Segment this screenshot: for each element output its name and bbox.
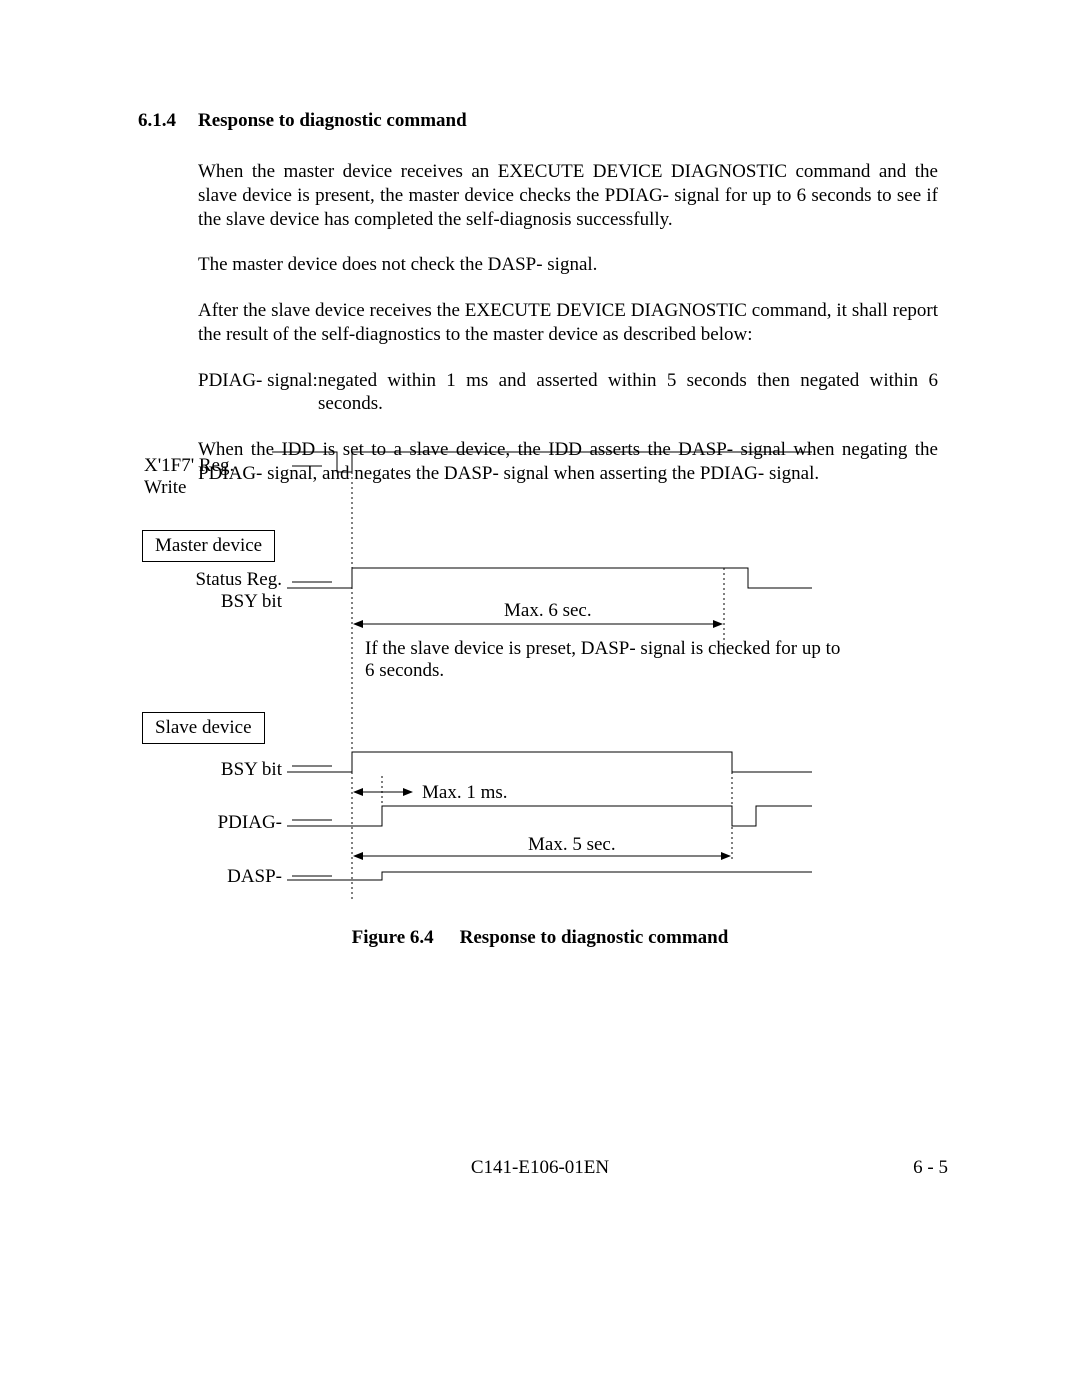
label-max1: Max. 1 ms. [422, 782, 508, 804]
section-number: 6.1.4 [138, 110, 176, 132]
label-pdiag: PDIAG- [132, 812, 282, 834]
body-text: When the master device receives an EXECU… [198, 160, 938, 486]
paragraph-1: When the master device receives an EXECU… [198, 160, 938, 231]
label-note-2: 6 seconds. [365, 660, 444, 682]
figure-title: Response to diagnostic command [460, 927, 729, 948]
section-heading: 6.1.4 Response to diagnostic command [138, 110, 938, 132]
label-max5: Max. 5 sec. [528, 834, 616, 856]
pdiag-definition: PDIAG- signal: negated within 1 ms and a… [198, 369, 938, 417]
paragraph-2: The master device does not check the DAS… [198, 253, 938, 277]
paragraph-3: After the slave device receives the EXEC… [198, 299, 938, 347]
label-slave-device: Slave device [142, 712, 265, 744]
pdiag-text: negated within 1 ms and asserted within … [318, 369, 938, 417]
section-title: Response to diagnostic command [198, 110, 467, 132]
label-note-1: If the slave device is preset, DASP- sig… [365, 638, 840, 660]
label-reg-write-1: X'1F7' Reg. [144, 455, 234, 477]
label-master-device: Master device [142, 530, 275, 562]
label-status-reg-1: Status Reg. [132, 569, 282, 591]
label-max6: Max. 6 sec. [504, 600, 592, 622]
page-footer: C141-E106-01EN 6 - 5 [0, 1157, 1080, 1187]
figure-caption: Figure 6.4 Response to diagnostic command [0, 927, 1080, 949]
label-bsy-bit: BSY bit [132, 759, 282, 781]
timing-diagram: X'1F7' Reg. Write Master device Status R… [132, 442, 932, 942]
label-dasp: DASP- [132, 866, 282, 888]
pdiag-label: PDIAG- signal: [198, 369, 318, 417]
label-status-reg-2: BSY bit [132, 591, 282, 613]
footer-page-number: 6 - 5 [913, 1157, 948, 1179]
label-reg-write-2: Write [144, 477, 187, 499]
figure-number: Figure 6.4 [352, 927, 434, 948]
